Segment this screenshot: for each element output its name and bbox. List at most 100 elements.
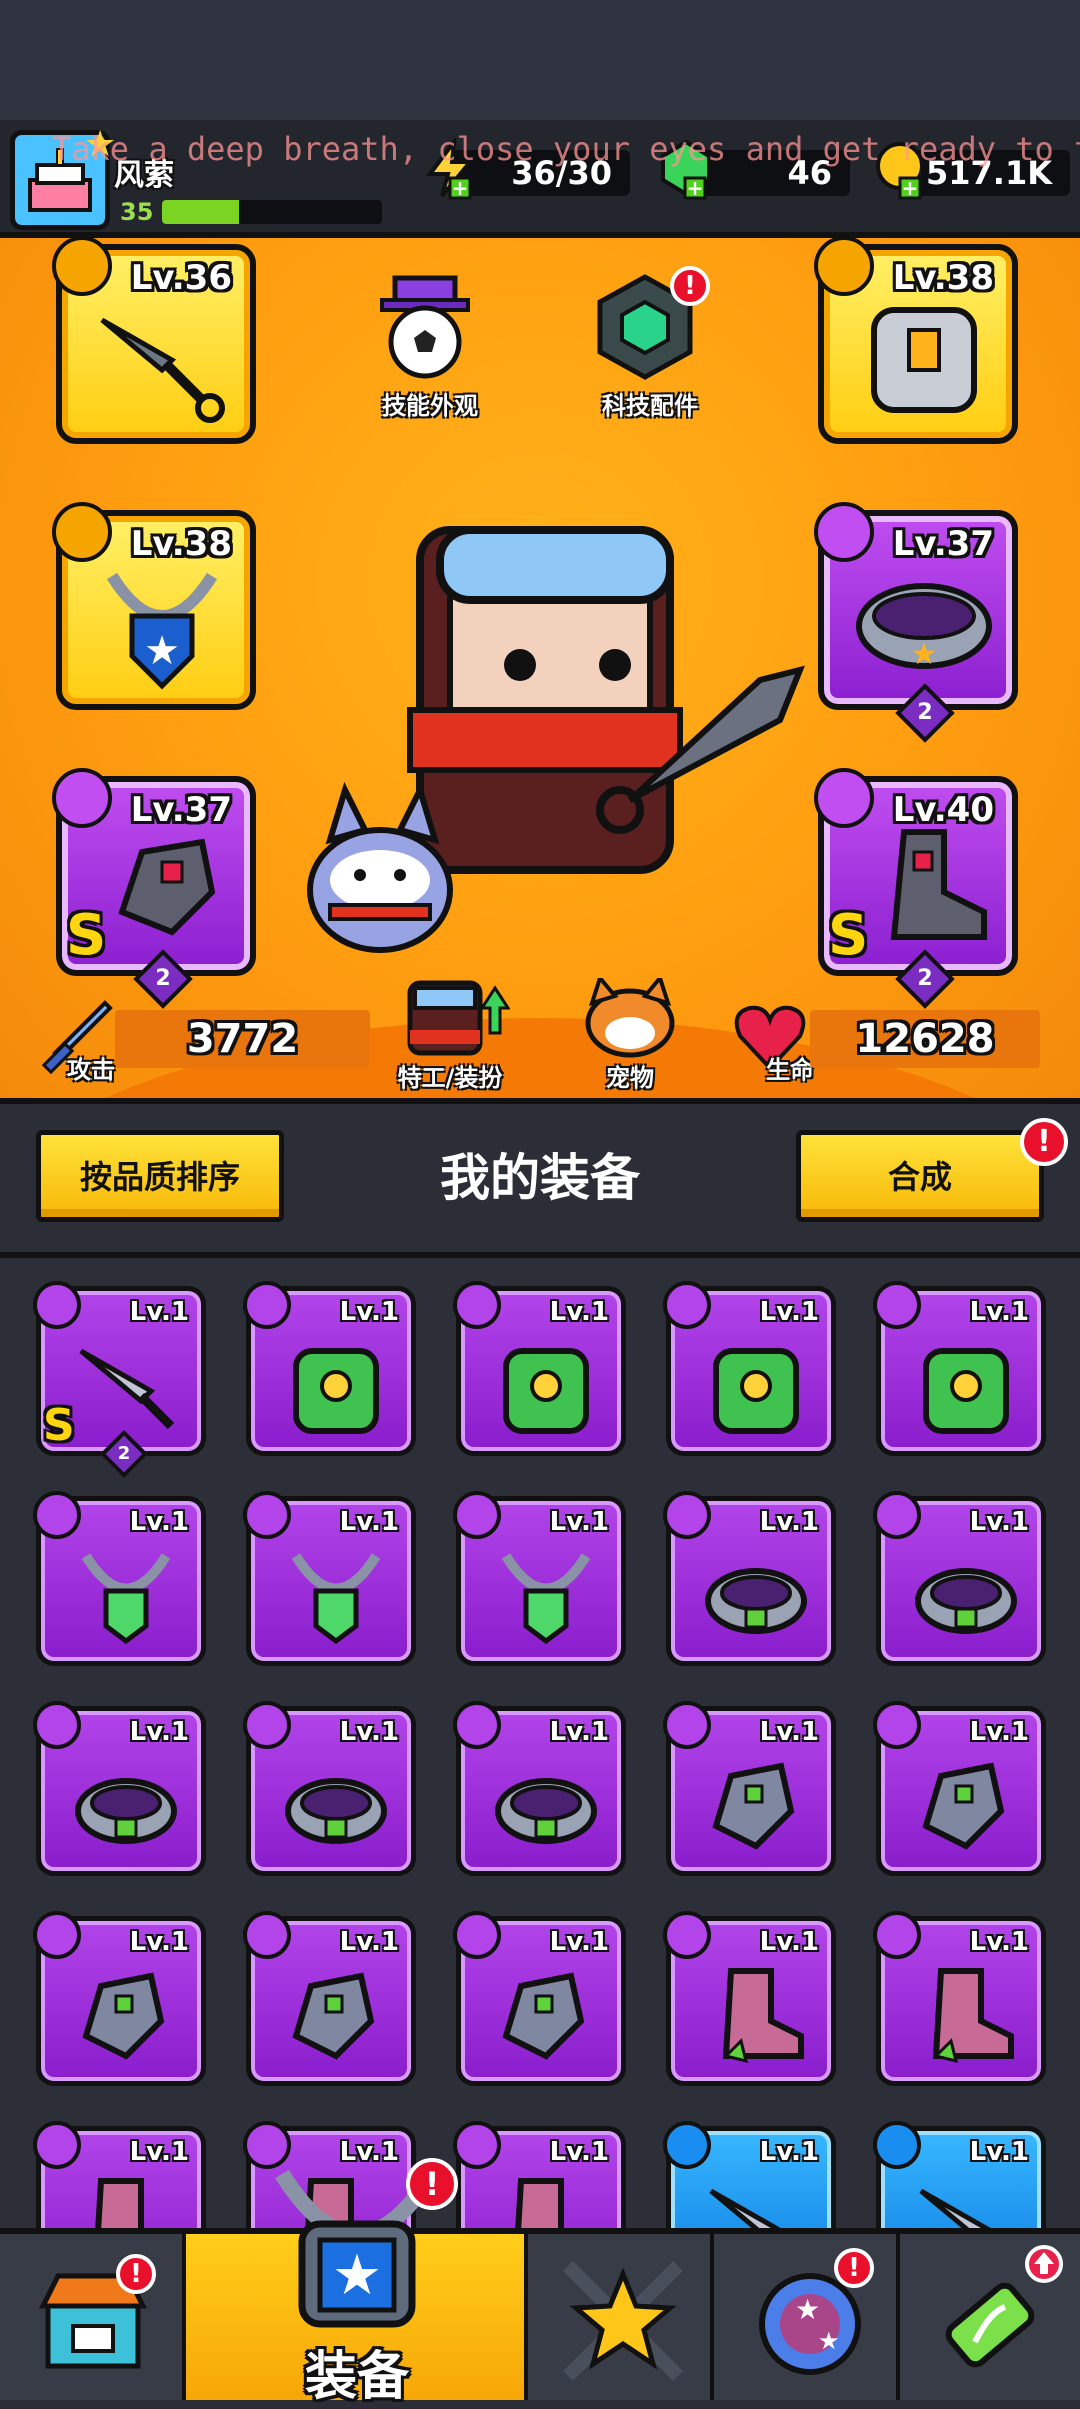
item-level: Lv.1	[759, 2137, 819, 2167]
item-level: Lv.1	[759, 1927, 819, 1957]
inventory-item-armor[interactable]: Lv.1	[453, 1281, 626, 1456]
inventory-item-belt[interactable]: Lv.1	[33, 1701, 206, 1876]
belt-type-icon	[453, 1701, 501, 1749]
inventory-item-boots[interactable]: Lv.1	[873, 1911, 1046, 2086]
boots-icon	[890, 829, 987, 940]
weapon-type-icon	[52, 236, 112, 296]
nav-shop-tab[interactable]: !	[0, 2234, 186, 2400]
gloves-icon	[922, 1762, 1005, 1850]
grade-label: S	[66, 903, 107, 968]
armor-icon	[923, 1348, 1009, 1434]
svg-text:+: +	[902, 176, 919, 200]
shop-notification: !	[116, 2254, 156, 2294]
item-level: Lv.1	[549, 1507, 609, 1537]
inventory-item-armor[interactable]: Lv.1	[663, 1281, 836, 1456]
agent-outfit-button[interactable]: 特工/装扮	[380, 978, 520, 1093]
merge-button[interactable]: 合成	[796, 1130, 1044, 1222]
item-level: Lv.1	[339, 1297, 399, 1327]
item-level: Lv.1	[969, 1297, 1029, 1327]
inventory-item-belt[interactable]: Lv.1	[663, 1491, 836, 1666]
item-level: Lv.1	[549, 1297, 609, 1327]
agent-outfit-label: 特工/装扮	[397, 1064, 503, 1092]
inventory-item-weapon[interactable]: Lv.1 S 2	[33, 1281, 206, 1479]
nav-planet-tab[interactable]: ★ ★ !	[714, 2234, 900, 2400]
item-level: Lv.1	[969, 1507, 1029, 1537]
skill-appearance-button[interactable]: 技能外观	[370, 272, 490, 422]
gloves-icon	[712, 1762, 795, 1850]
belt-type-icon	[33, 1701, 81, 1749]
item-level: Lv.1	[129, 1297, 189, 1327]
belt-icon	[705, 1568, 807, 1634]
inventory-item-necklace[interactable]: Lv.1	[453, 1491, 626, 1666]
gloves-icon	[82, 1972, 165, 2060]
equipped-necklace-slot[interactable]: Lv.38 ★	[52, 502, 256, 710]
armor-icon	[713, 1348, 799, 1434]
nav-equipment-tab[interactable]: ★ 装备 !	[186, 2158, 528, 2407]
crossed-swords-star-icon	[563, 2261, 683, 2381]
svg-text:★: ★	[144, 628, 180, 674]
inventory-item-belt[interactable]: Lv.1	[873, 1491, 1046, 1666]
svg-text:+: +	[687, 176, 704, 200]
inventory-item-necklace[interactable]: Lv.1	[33, 1491, 206, 1666]
svg-text:+: +	[452, 176, 469, 200]
inventory-item-gloves[interactable]: Lv.1	[663, 1701, 836, 1876]
skill-appearance-label: 技能外观	[382, 392, 478, 420]
gloves-icon	[292, 1972, 375, 2060]
gloves-type-icon	[52, 768, 112, 828]
slot-level: Lv.37	[892, 524, 994, 564]
nav-gene-tab[interactable]	[900, 2234, 1080, 2400]
svg-text:★: ★	[795, 2293, 820, 2326]
shiba-icon	[585, 978, 675, 1058]
planet-notification: !	[834, 2248, 874, 2288]
inventory-item-gloves[interactable]: Lv.1	[453, 1911, 626, 2086]
equipped-boots-slot[interactable]: Lv.40 S 2	[814, 768, 1018, 1009]
belt-type-icon	[243, 1701, 291, 1749]
item-level: Lv.1	[759, 1507, 819, 1537]
inventory-item-belt[interactable]: Lv.1	[243, 1701, 416, 1876]
necklace-type-icon	[243, 1491, 291, 1539]
upgrade-arrow-icon	[1025, 2245, 1063, 2283]
item-level: Lv.1	[129, 1717, 189, 1747]
boots-type-icon	[814, 768, 874, 828]
item-level: Lv.1	[759, 1717, 819, 1747]
equipment-notification: !	[406, 2158, 458, 2210]
sort-by-quality-button[interactable]: 按品质排序	[36, 1130, 284, 1222]
inventory-item-gloves[interactable]: Lv.1	[33, 1911, 206, 2086]
weapon-type-icon	[663, 2121, 711, 2169]
equipped-weapon-slot[interactable]: Lv.36	[52, 236, 256, 444]
belt-icon	[75, 1778, 177, 1844]
inventory-item-belt[interactable]: Lv.1	[453, 1701, 626, 1876]
equipped-belt-slot[interactable]: Lv.37 ★ 2	[814, 502, 1018, 743]
inventory-item-armor[interactable]: Lv.1	[873, 1281, 1046, 1456]
inventory-item-gloves[interactable]: Lv.1	[873, 1701, 1046, 1876]
inventory-item-gloves[interactable]: Lv.1	[243, 1911, 416, 2086]
item-level: Lv.1	[549, 1717, 609, 1747]
boots-type-icon	[663, 1911, 711, 1959]
inventory-item-necklace[interactable]: Lv.1	[243, 1491, 416, 1666]
equipped-armor-slot[interactable]: Lv.38	[814, 236, 1018, 444]
xp-bar	[162, 200, 382, 224]
gloves-type-icon	[663, 1701, 711, 1749]
armor-icon	[871, 307, 977, 413]
item-level: Lv.1	[969, 1927, 1029, 1957]
gauntlet-icon	[118, 838, 216, 936]
hp-stat: 生命 12628	[730, 998, 1050, 1088]
belt-icon	[915, 1568, 1017, 1634]
pet-cat[interactable]	[290, 770, 470, 970]
equipped-gloves-slot[interactable]: Lv.37 S 2	[52, 768, 256, 1009]
svg-text:★: ★	[332, 2243, 382, 2308]
weapon-type-icon	[33, 1281, 81, 1329]
gloves-type-icon	[243, 1911, 291, 1959]
necklace-icon	[291, 1553, 381, 1645]
nav-battle-tab[interactable]	[528, 2234, 714, 2400]
boots-type-icon	[873, 1911, 921, 1959]
inventory-item-armor[interactable]: Lv.1	[243, 1281, 416, 1456]
hp-value: 12628	[810, 1010, 1040, 1068]
xp-bar-fill	[162, 200, 239, 224]
merge-notification: !	[1020, 1118, 1068, 1166]
agent-head-icon	[407, 980, 510, 1056]
pet-button[interactable]: 宠物	[570, 978, 690, 1093]
item-level: Lv.1	[339, 1507, 399, 1537]
item-level: Lv.1	[969, 1717, 1029, 1747]
inventory-item-boots[interactable]: Lv.1	[663, 1911, 836, 2086]
